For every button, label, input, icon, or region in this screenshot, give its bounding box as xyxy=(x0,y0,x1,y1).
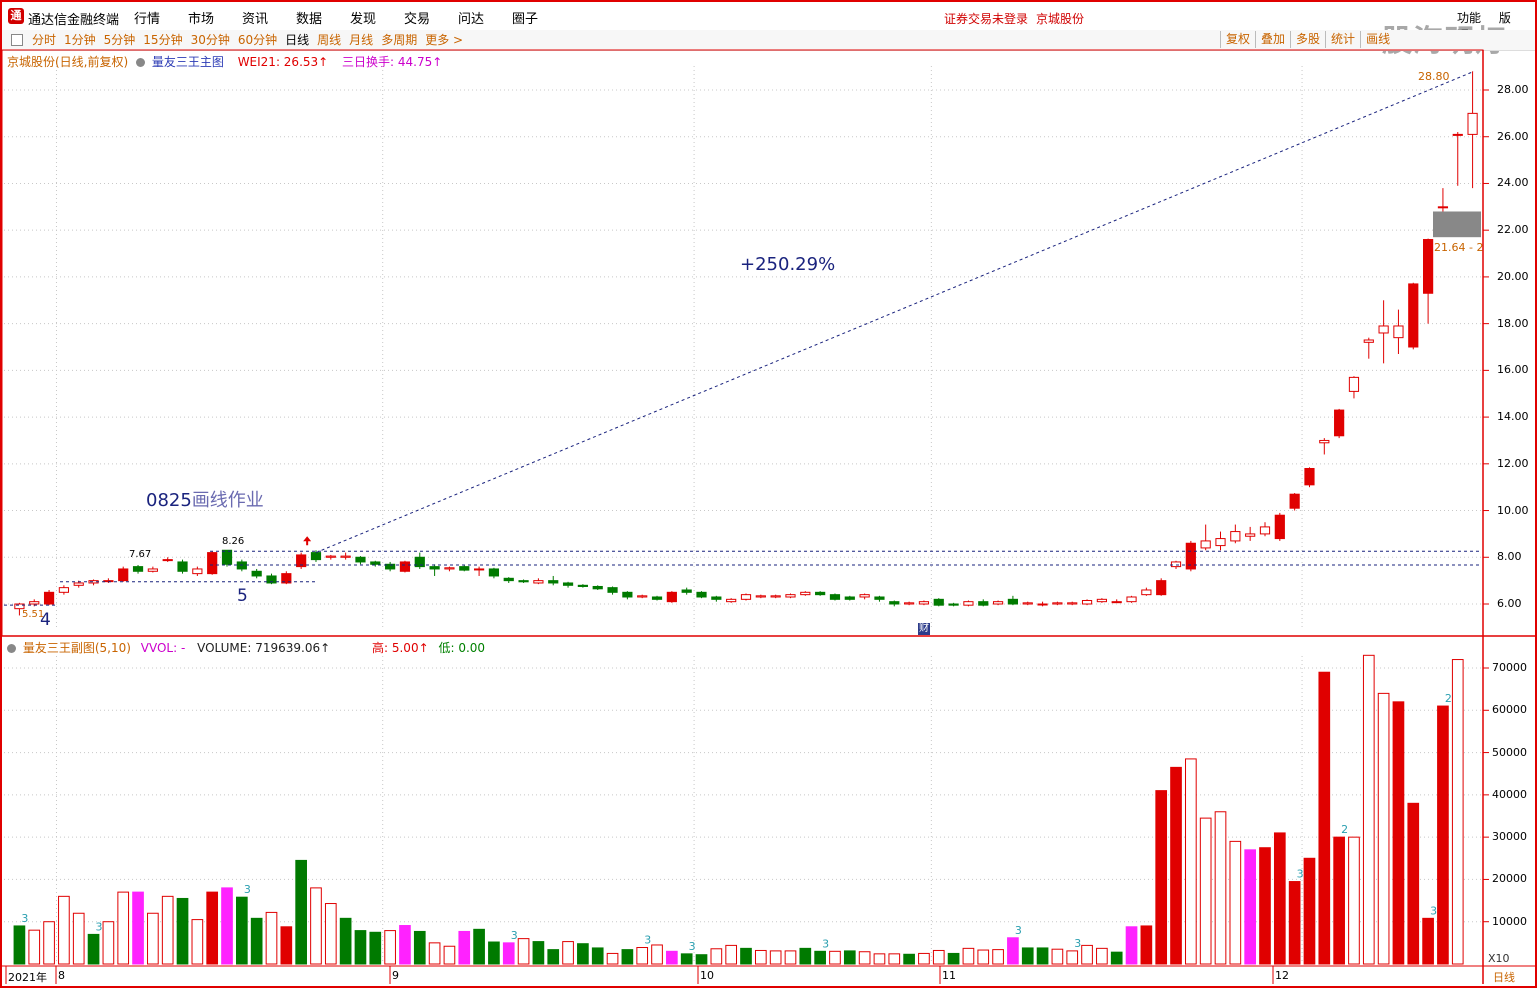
gain-label: +250.29% xyxy=(740,254,836,275)
sub-indicator-settings-icon[interactable] xyxy=(7,644,16,653)
menu-bar: 通 通达信金融终端 行情 市场 资讯 数据 发现 交易 问达 圈子 证券交易未登… xyxy=(2,2,1535,59)
current-stock-name: 京城股份 xyxy=(1036,12,1085,26)
grey-box-label: 21.64 - 2 xyxy=(1434,241,1484,254)
volume-axis-label: 50000 xyxy=(1492,745,1527,759)
price-axis-label: 18.00 xyxy=(1497,316,1529,330)
main-chart-info: 京城股份(日线,前复权) 量友三王主图 WEI21: 26.53↑ 三日换手: … xyxy=(7,53,442,70)
menu-item-news[interactable]: 资讯 xyxy=(242,8,296,27)
period-tab-daily[interactable]: 日线 xyxy=(285,32,309,48)
period-tabs: 分时 1分钟 5分钟 15分钟 30分钟 60分钟 日线 周线 月线 多周期 更… xyxy=(32,32,471,48)
period-tab-timeshare[interactable]: 分时 xyxy=(32,32,56,48)
price-axis-label: 10.00 xyxy=(1497,503,1529,517)
financial-report-marker[interactable]: 财 xyxy=(918,623,930,635)
date-axis-label: 9 xyxy=(392,969,399,982)
date-axis-label: 2021年 xyxy=(8,971,47,984)
price-axis-label: 6.00 xyxy=(1497,597,1522,610)
date-axis-label: 10 xyxy=(700,969,714,982)
period-tab-weekly[interactable]: 周线 xyxy=(317,32,341,48)
period-tab-5min[interactable]: 5分钟 xyxy=(104,32,136,48)
stock-title[interactable]: 京城股份(日线,前复权) xyxy=(7,55,128,69)
tool-overlay-button[interactable]: 叠加 xyxy=(1255,31,1290,48)
menu-item-discover[interactable]: 发现 xyxy=(350,8,404,27)
indicator-settings-icon[interactable] xyxy=(136,58,146,67)
price-axis-label: 8.00 xyxy=(1497,550,1522,564)
volume-axis-label: 60000 xyxy=(1492,703,1527,717)
app-title: 通达信金融终端 xyxy=(28,13,120,28)
toolbar-toggle-checkbox[interactable] xyxy=(11,34,23,46)
price-axis-label: 12.00 xyxy=(1497,456,1529,470)
homework-prefix: 0825 xyxy=(146,490,192,511)
volume-axis-label: 70000 xyxy=(1492,661,1527,674)
high-value: 高: 5.00↑ xyxy=(372,641,429,655)
main-menu: 行情 市场 资讯 数据 发现 交易 问达 圈子 xyxy=(134,8,566,27)
tool-stats-button[interactable]: 统计 xyxy=(1325,31,1360,48)
tool-adjust-button[interactable]: 复权 xyxy=(1220,31,1255,48)
menu-item-markets[interactable]: 市场 xyxy=(188,8,242,27)
period-tab-30min[interactable]: 30分钟 xyxy=(191,32,230,48)
price-axis-label: 20.00 xyxy=(1497,269,1529,283)
chart-tools: 复权 叠加 多股 统计 画线 xyxy=(1220,31,1395,48)
homework-label: 0825画线作业 xyxy=(146,486,264,512)
homework-suffix: 画线作业 xyxy=(191,490,264,511)
main-indicator-name[interactable]: 量友三王主图 xyxy=(152,55,224,69)
date-axis-label: 11 xyxy=(942,969,956,982)
date-axis-label: 12 xyxy=(1275,969,1289,982)
wave-label-5: 5 xyxy=(237,586,248,606)
period-tab-monthly[interactable]: 月线 xyxy=(349,32,373,48)
price-label-826: 8.26 xyxy=(222,536,245,547)
wei-value: WEI21: 26.53↑ xyxy=(237,55,329,69)
volume-axis-label: 20000 xyxy=(1492,872,1527,886)
menu-item-circle[interactable]: 圈子 xyxy=(512,8,566,27)
login-status[interactable]: 证券交易未登录 xyxy=(944,10,1028,27)
date-axis-label: 8 xyxy=(58,969,65,982)
period-tab-15min[interactable]: 15分钟 xyxy=(143,32,182,48)
menu-item-market[interactable]: 行情 xyxy=(134,8,188,27)
period-tab-multi[interactable]: 多周期 xyxy=(381,32,417,48)
price-axis-label: 22.00 xyxy=(1497,223,1529,237)
menu-item-data[interactable]: 数据 xyxy=(296,8,350,27)
volume-axis-label: 40000 xyxy=(1492,787,1527,801)
turnover-value: 三日换手: 44.75↑ xyxy=(342,55,443,69)
period-toolbar: 分时 1分钟 5分钟 15分钟 30分钟 60分钟 日线 周线 月线 多周期 更… xyxy=(2,30,1535,51)
menu-item-ask[interactable]: 问达 xyxy=(458,8,512,27)
sub-indicator-name[interactable]: 量友三王副图(5,10) xyxy=(23,641,131,655)
price-label-767: 7.67 xyxy=(129,549,152,560)
volume-axis-label: 30000 xyxy=(1492,830,1527,844)
period-tab-60min[interactable]: 60分钟 xyxy=(238,32,277,48)
menu-item-trade[interactable]: 交易 xyxy=(404,8,458,27)
tool-multi-stock-button[interactable]: 多股 xyxy=(1290,31,1325,48)
period-tab-more[interactable]: 更多 > xyxy=(425,32,463,48)
peak-price-label: 28.80 xyxy=(1418,70,1450,83)
period-tab-1min[interactable]: 1分钟 xyxy=(64,32,96,48)
price-axis-label: 28.00 xyxy=(1497,83,1529,96)
price-axis-label: 16.00 xyxy=(1497,363,1529,377)
volume-value: VOLUME: 719639.06↑ xyxy=(197,641,331,655)
low-value: 低: 0.00 xyxy=(438,641,486,655)
vvol-value: VVOL: - xyxy=(140,641,186,655)
price-axis-label: 14.00 xyxy=(1497,410,1529,424)
volume-scale-label: X10 xyxy=(1488,952,1510,965)
tool-draw-button[interactable]: 画线 xyxy=(1360,31,1395,48)
volume-axis-label: 10000 xyxy=(1492,914,1527,928)
price-axis-label: 26.00 xyxy=(1497,129,1529,143)
price-axis-label: 24.00 xyxy=(1497,176,1529,190)
sub-chart-info: 量友三王副图(5,10) VVOL: - VOLUME: 719639.06↑ … xyxy=(7,639,485,656)
app-logo-icon: 通 xyxy=(8,8,24,24)
period-axis-label: 日线 xyxy=(1493,971,1515,984)
low-price-label: 5.51 xyxy=(22,609,45,620)
